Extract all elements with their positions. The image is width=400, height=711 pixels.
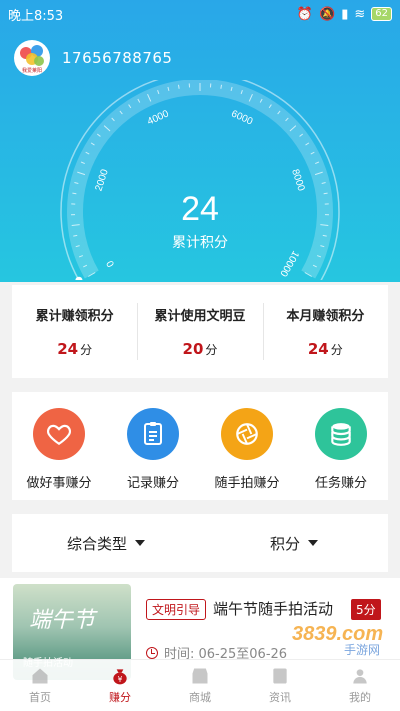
total-score: 24 [181,190,219,228]
avatar[interactable]: 我爱莱阳 [14,40,50,76]
tab-label: 赚分 [109,691,131,704]
stat-item: 本月赚领积分 24 分 [262,285,388,378]
status-icons: ⏰ 🔕 ▮ ≋ 62 [297,7,392,22]
activity-tag: 文明引导 [146,599,207,620]
stat-label: 累计使用文明豆 [154,309,246,324]
stat-number: 24 [307,340,329,358]
action-label: 做好事赚分 [26,476,92,491]
stat-item: 累计使用文明豆 20 分 [137,285,262,378]
mute-icon: 🔕 [319,6,336,22]
gauge-tick [220,84,223,89]
gauge-tick-label: 4000 [146,108,171,127]
status-bar: 晚上8:53 ⏰ 🔕 ▮ ≋ 62 [0,0,400,28]
thumbnail-title: 端午节 [29,608,96,633]
stat-unit: 分 [330,343,343,357]
svg-text:¥: ¥ [118,675,123,684]
earn-actions: 做好事赚分 记录赚分 随手拍赚分 任务赚分 [12,392,388,500]
action-label: 随手拍赚分 [214,476,280,491]
stats-panel: 累计赚领积分 24 分累计使用文明豆 20 分本月赚领积分 24 分 [12,285,388,378]
battery-icon: 62 [371,7,392,21]
alarm-icon: ⏰ [296,6,314,22]
gauge-tick-label: 10000 [277,249,301,279]
action-heart[interactable]: 做好事赚分 [12,392,106,500]
bottom-tab-bar: 首页 ¥ 赚分 商城 资讯 我的 [0,659,400,711]
tab-home[interactable]: 首页 [0,660,80,711]
filter-dropdown[interactable]: 综合类型 [12,514,200,572]
tab-shop[interactable]: 商城 [160,660,240,711]
chevron-down-icon [135,540,145,546]
news-icon [270,666,290,686]
stat-value: 20 分 [183,340,218,358]
tab-user[interactable]: 我的 [320,660,400,711]
tab-label: 我的 [349,691,371,704]
stat-label: 本月赚领积分 [286,309,365,324]
signal-icon: ▮ [341,6,349,22]
shop-icon [190,666,210,686]
filter-dropdown[interactable]: 积分 [200,514,388,572]
stat-unit: 分 [80,343,93,357]
action-label: 任务赚分 [314,476,367,491]
svg-text:3839.com: 3839.com [292,623,383,645]
action-label: 记录赚分 [126,476,179,491]
activity-points-badge: 5分 [351,599,381,620]
total-score-label: 累计积分 [172,235,228,251]
user-icon [350,666,370,686]
database-icon[interactable] [315,408,367,460]
svg-text:手游网: 手游网 [344,643,380,656]
user-phone: 17656788765 [62,49,173,67]
stat-value: 24 分 [308,340,343,358]
stat-value: 24 分 [57,340,92,358]
stat-unit: 分 [205,343,218,357]
stat-label: 累计赚领积分 [35,309,114,324]
heart-icon[interactable] [33,408,85,460]
tab-label: 资讯 [269,691,291,704]
clipboard-icon[interactable] [127,408,179,460]
status-time: 晚上8:53 [8,8,64,24]
chevron-down-icon [308,540,318,546]
money-bag-icon: ¥ [110,666,130,686]
gauge-tick-label: 6000 [229,108,254,127]
action-database[interactable]: 任务赚分 [294,392,388,500]
tab-money-bag[interactable]: ¥ 赚分 [80,660,160,711]
filter-bar: 综合类型 积分 [12,514,388,572]
stat-item: 累计赚领积分 24 分 [12,285,137,378]
tab-label: 首页 [29,691,51,704]
activity-title[interactable]: 端午节随手拍活动 [213,598,333,619]
gauge-tick-label: 0 [105,258,118,269]
wifi-icon: ≋ [354,6,366,22]
profile-header[interactable]: 我爱莱阳 17656788765 [14,40,172,76]
tab-news[interactable]: 资讯 [240,660,320,711]
clock-icon [146,646,158,659]
tab-label: 商城 [189,691,211,704]
stat-number: 20 [182,340,204,358]
stat-number: 24 [57,340,79,358]
camera-aperture-icon[interactable] [221,408,273,460]
avatar-caption: 我爱莱阳 [22,67,42,74]
gauge-tick [177,84,180,89]
gauge-tick-label: 2000 [94,168,111,193]
watermark-logo: 3839.com 手游网 [292,620,392,660]
home-icon [30,666,50,686]
action-camera-aperture[interactable]: 随手拍赚分 [200,392,294,500]
action-clipboard[interactable]: 记录赚分 [106,392,200,500]
filter-label: 积分 [269,534,300,553]
filter-label: 综合类型 [66,534,127,553]
